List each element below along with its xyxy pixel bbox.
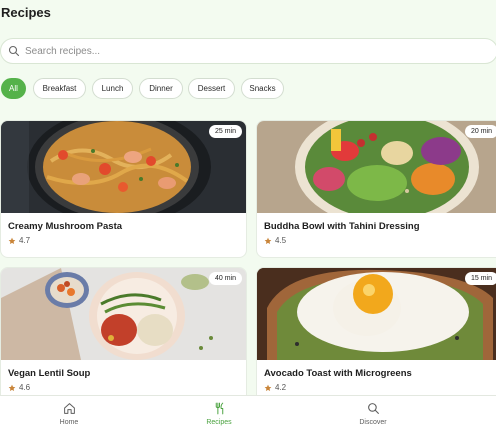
star-icon — [264, 237, 272, 244]
recipe-title: Buddha Bowl with Tahini Dressing — [264, 221, 420, 232]
nav-item-home[interactable]: Home — [39, 402, 99, 426]
nav-item-discover[interactable]: Discover — [343, 402, 403, 426]
recipe-image — [257, 121, 496, 213]
time-badge: 25 min — [208, 125, 242, 138]
time-badge: 20 min — [464, 125, 496, 138]
search-icon — [8, 45, 20, 57]
rating: 4.6 — [8, 383, 30, 392]
time-badge: 40 min — [208, 272, 242, 285]
rating-value: 4.2 — [275, 383, 287, 392]
utensils-icon — [215, 402, 223, 415]
recipe-title: Creamy Mushroom Pasta — [8, 221, 123, 232]
rating-value: 4.5 — [275, 236, 287, 245]
recipe-card[interactable]: 15 min Avocado Toast with Microgreens 4.… — [256, 267, 496, 395]
nav-item-label: Home — [59, 419, 79, 426]
rating: 4.5 — [264, 236, 286, 245]
filter-chip-dinner[interactable]: Dinner — [139, 78, 183, 99]
recipe-title: Avocado Toast with Microgreens — [264, 368, 412, 379]
rating-value: 4.7 — [19, 236, 31, 245]
recipe-image — [257, 268, 496, 360]
rating: 4.7 — [8, 236, 30, 245]
filter-chip-dessert[interactable]: Dessert — [188, 78, 235, 99]
nav-item-recipes[interactable]: Recipes — [189, 402, 249, 426]
home-icon — [63, 403, 75, 414]
bottom-nav: Home Recipes Discover — [0, 395, 496, 432]
recipe-title: Vegan Lentil Soup — [8, 368, 91, 379]
recipes-app: Recipes All Breakfast Lunch Dinner Desse… — [0, 0, 496, 432]
recipe-card[interactable]: 20 min Buddha Bowl with Tahini Dressing … — [256, 120, 496, 258]
time-badge: 15 min — [464, 272, 496, 285]
search-bar[interactable] — [0, 38, 496, 64]
recipe-card[interactable]: 25 min Creamy Mushroom Pasta 4.7 — [0, 120, 247, 258]
star-icon — [264, 384, 272, 391]
search-input[interactable] — [25, 45, 325, 57]
filter-chip-breakfast[interactable]: Breakfast — [33, 78, 86, 99]
filter-chip-lunch[interactable]: Lunch — [92, 78, 133, 99]
nav-item-label: Recipes — [206, 419, 232, 426]
rating: 4.2 — [264, 383, 286, 392]
nav-item-label: Discover — [359, 419, 387, 426]
star-icon — [8, 237, 16, 244]
rating-value: 4.6 — [19, 383, 31, 392]
search-icon — [367, 403, 379, 414]
page-title: Recipes — [1, 5, 51, 20]
filter-chip-snacks[interactable]: Snacks — [241, 78, 284, 99]
filter-chip-all[interactable]: All — [1, 78, 26, 99]
star-icon — [8, 384, 16, 391]
recipe-grid: 25 min Creamy Mushroom Pasta 4.7 20 min … — [0, 120, 496, 395]
recipe-card[interactable]: 40 min Vegan Lentil Soup 4.6 — [0, 267, 247, 395]
